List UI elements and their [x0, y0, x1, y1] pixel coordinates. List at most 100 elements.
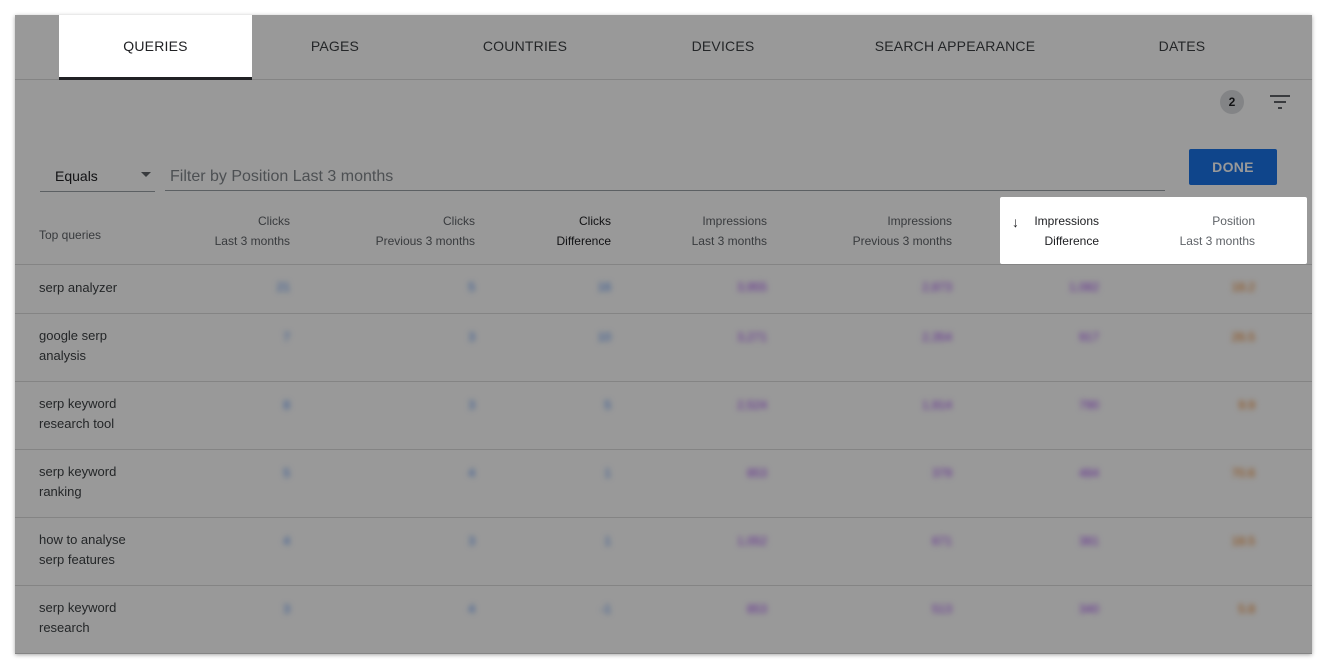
metric-value: 18.2 [1231, 280, 1255, 294]
query-cell: serp keyword ranking [39, 462, 159, 502]
metric-value: 484 [1078, 466, 1099, 480]
metric-value: 5 [468, 280, 475, 294]
query-text: serp keyword [39, 600, 117, 615]
metric-value: 5 [283, 466, 290, 480]
query-text: research [39, 620, 90, 635]
metric-value: 1 [604, 466, 611, 480]
query-text: serp keyword [39, 464, 117, 479]
header-label: Clicks [443, 214, 475, 228]
metric-value: 3,955 [736, 280, 767, 294]
done-button[interactable]: DONE [1189, 149, 1277, 185]
header-top-queries[interactable]: Top queries [39, 225, 101, 245]
query-text: ranking [39, 484, 82, 499]
metric-value: 16 [597, 280, 611, 294]
table-body: serp analyzer 21 5 16 3,955 2,873 1,082 18.2 goo… [15, 265, 1312, 654]
table-header: Top queries Clicks Last 3 months Clicks … [15, 197, 1312, 265]
table-row[interactable]: serp keyword research tool 8 3 5 2,524 1,914 79… [15, 382, 1312, 450]
queries-table: Top queries Clicks Last 3 months Clicks … [15, 197, 1312, 654]
metric-value: 3 [468, 534, 475, 548]
header-clicks-last[interactable]: Clicks Last 3 months [190, 211, 290, 251]
tab-dates[interactable]: DATES [1102, 15, 1262, 79]
metric-value: 2,524 [736, 398, 767, 412]
query-text: research tool [39, 416, 115, 431]
header-clicks-difference[interactable]: Clicks Difference [511, 211, 611, 251]
header-sublabel: Last 3 months [691, 234, 767, 248]
header-sublabel: Difference [556, 234, 611, 248]
tab-countries[interactable]: COUNTRIES [445, 15, 605, 79]
header-label: Clicks [579, 214, 611, 228]
metric-value: 379 [931, 466, 952, 480]
header-sublabel: Last 3 months [1179, 234, 1255, 248]
query-text: serp analyzer [39, 280, 118, 295]
query-text: google serp [39, 328, 107, 343]
header-impressions-difference[interactable]: Impressions Difference [1019, 211, 1099, 251]
metric-value: 4 [283, 534, 290, 548]
performance-panel: QUERIES PAGES COUNTRIES DEVICES SEARCH A… [15, 15, 1312, 654]
operator-value: Equals [55, 168, 98, 184]
metric-value: 3,271 [736, 330, 767, 344]
query-cell: how to analyse serp features [39, 530, 159, 570]
metric-value: 917 [1078, 330, 1099, 344]
query-text: analysis [39, 348, 86, 363]
tab-pages[interactable]: PAGES [255, 15, 415, 79]
header-impressions-previous[interactable]: Impressions Previous 3 months [822, 211, 952, 251]
query-text: serp keyword [39, 396, 117, 411]
header-label: Impressions [1034, 214, 1099, 228]
position-filter-row: Equals [40, 145, 1290, 192]
metric-value: 70.6 [1231, 466, 1255, 480]
query-cell: google serp analysis [39, 326, 159, 366]
query-cell: serp keyword research tool [39, 394, 159, 434]
metric-value: 381 [1078, 534, 1099, 548]
metric-value: 4 [468, 602, 475, 616]
metric-value: 10 [597, 330, 611, 344]
tab-devices[interactable]: DEVICES [643, 15, 803, 79]
query-cell: serp analyzer [39, 278, 159, 298]
metric-value: 26.5 [1231, 330, 1255, 344]
arrow-down-icon: ↓ [1012, 214, 1019, 230]
metric-value: 4 [468, 466, 475, 480]
table-row[interactable]: how to analyse serp features 4 3 1 1,052 671 38… [15, 518, 1312, 586]
metric-value: 1 [604, 534, 611, 548]
metric-value: 513 [931, 602, 952, 616]
header-impressions-last[interactable]: Impressions Last 3 months [647, 211, 767, 251]
metric-value: 7 [283, 330, 290, 344]
metric-value: 2,873 [921, 280, 952, 294]
table-row[interactable]: serp keyword research 3 4 -1 853 513 340 5.8 [15, 586, 1312, 654]
filter-icon[interactable] [1269, 93, 1291, 111]
metric-value: 1,052 [736, 534, 767, 548]
header-clicks-previous[interactable]: Clicks Previous 3 months [355, 211, 475, 251]
header-position-last[interactable]: Position Last 3 months [1155, 211, 1255, 251]
metric-value: 5.8 [1238, 602, 1255, 616]
metric-value: 853 [746, 466, 767, 480]
metric-value: 9.9 [1238, 398, 1255, 412]
metric-value: 18.5 [1231, 534, 1255, 548]
metric-value: -1 [600, 602, 611, 616]
table-row[interactable]: serp keyword ranking 5 4 1 853 379 484 70.6 [15, 450, 1312, 518]
tab-search-appearance[interactable]: SEARCH APPEARANCE [855, 15, 1055, 79]
header-sublabel: Last 3 months [214, 234, 290, 248]
query-cell: serp keyword research [39, 598, 159, 638]
query-text: how to analyse [39, 532, 126, 547]
metric-value: 1,082 [1068, 280, 1099, 294]
metric-value: 3 [468, 398, 475, 412]
metric-value: 790 [1078, 398, 1099, 412]
metric-value: 671 [931, 534, 952, 548]
filter-count-badge: 2 [1220, 90, 1244, 114]
metric-value: 3 [283, 602, 290, 616]
table-row[interactable]: google serp analysis 7 3 10 3,271 2,354 917 26.5 [15, 314, 1312, 382]
metric-value: 1,914 [921, 398, 952, 412]
metric-value: 340 [1078, 602, 1099, 616]
header-label: Impressions [887, 214, 952, 228]
operator-select[interactable]: Equals [40, 145, 155, 192]
table-row[interactable]: serp analyzer 21 5 16 3,955 2,873 1,082 18.2 [15, 265, 1312, 314]
position-filter-input[interactable] [165, 145, 1165, 191]
header-sublabel: Previous 3 months [852, 234, 952, 248]
tab-queries[interactable]: QUERIES [59, 15, 252, 80]
report-tabs: QUERIES PAGES COUNTRIES DEVICES SEARCH A… [15, 15, 1312, 80]
header-sublabel: Previous 3 months [375, 234, 475, 248]
metric-value: 8 [283, 398, 290, 412]
chevron-down-icon [141, 172, 151, 177]
metric-value: 853 [746, 602, 767, 616]
metric-value: 2,354 [921, 330, 952, 344]
metric-value: 3 [468, 330, 475, 344]
